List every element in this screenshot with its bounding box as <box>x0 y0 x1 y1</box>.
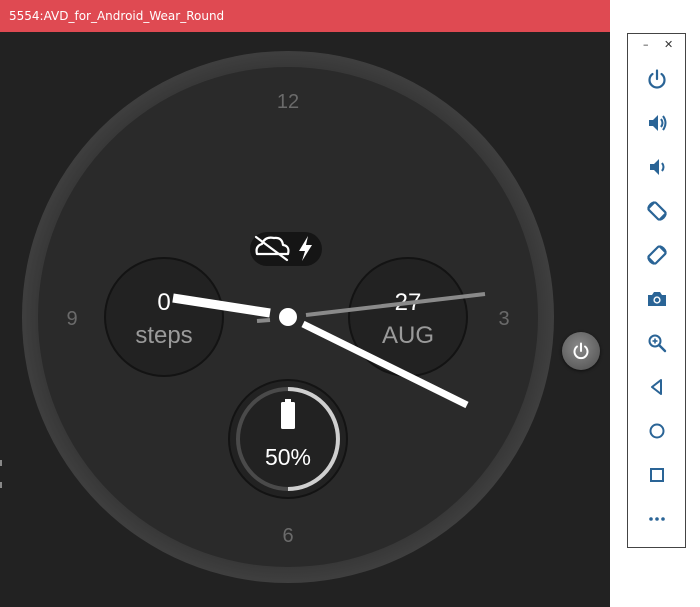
screenshot-button[interactable] <box>642 284 672 314</box>
power-icon <box>573 342 589 360</box>
more-icon <box>649 517 665 521</box>
battery-complication[interactable] <box>228 379 348 499</box>
battery-icon <box>281 399 295 429</box>
hour-label-12: 12 <box>277 91 299 113</box>
volume-up-button[interactable] <box>642 108 672 138</box>
emulator-window: 5554:AVD_for_Android_Wear_Round 12 3 6 9 <box>0 0 610 607</box>
steps-value: 0 <box>157 289 170 316</box>
watch-screen[interactable]: 12 3 6 9 0 steps 27 AUG <box>2 32 608 605</box>
volume-down-button[interactable] <box>642 152 672 182</box>
window-title: 5554:AVD_for_Android_Wear_Round <box>9 9 225 23</box>
watch-face[interactable]: 12 3 6 9 0 steps 27 AUG <box>2 32 608 605</box>
back-button[interactable] <box>642 372 672 402</box>
watch-power-button[interactable] <box>562 332 600 370</box>
hour-label-3: 3 <box>498 308 509 330</box>
hour-label-9: 9 <box>66 308 77 330</box>
volume-up-icon <box>649 115 667 131</box>
home-button[interactable] <box>642 416 672 446</box>
home-icon <box>649 423 665 439</box>
power-button[interactable] <box>642 64 672 94</box>
status-pill <box>250 232 322 266</box>
steps-label: steps <box>135 322 192 349</box>
battery-percent: 50% <box>265 444 311 470</box>
back-icon <box>651 379 662 395</box>
overview-button[interactable] <box>642 460 672 490</box>
date-month: AUG <box>382 322 434 349</box>
emulator-toolbar: – ✕ <box>627 33 686 548</box>
minimize-icon[interactable]: – <box>643 38 649 51</box>
zoom-button[interactable] <box>642 328 672 358</box>
hour-label-6: 6 <box>282 525 293 547</box>
more-button[interactable] <box>642 504 672 534</box>
zoom-icon <box>648 334 667 353</box>
toolbar-window-controls: – ✕ <box>628 38 685 54</box>
rotate-left-icon <box>647 201 667 221</box>
rotate-right-icon <box>647 245 667 265</box>
edge-marker <box>0 460 2 466</box>
power-icon <box>648 69 666 89</box>
rotate-right-button[interactable] <box>642 240 672 270</box>
hand-pivot <box>279 308 297 326</box>
overview-icon <box>650 468 664 482</box>
steps-complication[interactable] <box>104 257 224 377</box>
window-title-bar[interactable]: 5554:AVD_for_Android_Wear_Round <box>0 0 610 32</box>
rotate-left-button[interactable] <box>642 196 672 226</box>
close-icon[interactable]: ✕ <box>664 38 673 51</box>
camera-icon <box>648 292 666 306</box>
edge-marker <box>0 482 2 488</box>
volume-down-icon <box>650 159 665 175</box>
